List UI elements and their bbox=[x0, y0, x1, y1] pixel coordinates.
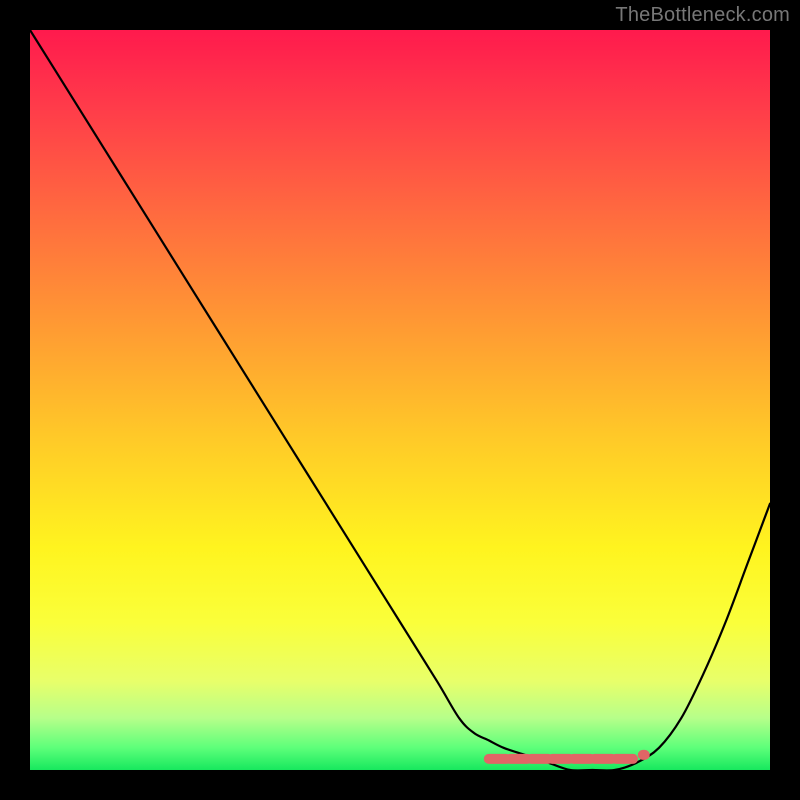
chart-plot-area bbox=[30, 30, 770, 770]
bottleneck-curve bbox=[30, 30, 770, 770]
chart-stage: TheBottleneck.com bbox=[0, 0, 800, 800]
valley-highlight bbox=[489, 755, 645, 759]
chart-overlay bbox=[30, 30, 770, 770]
attribution-text: TheBottleneck.com bbox=[615, 4, 790, 27]
